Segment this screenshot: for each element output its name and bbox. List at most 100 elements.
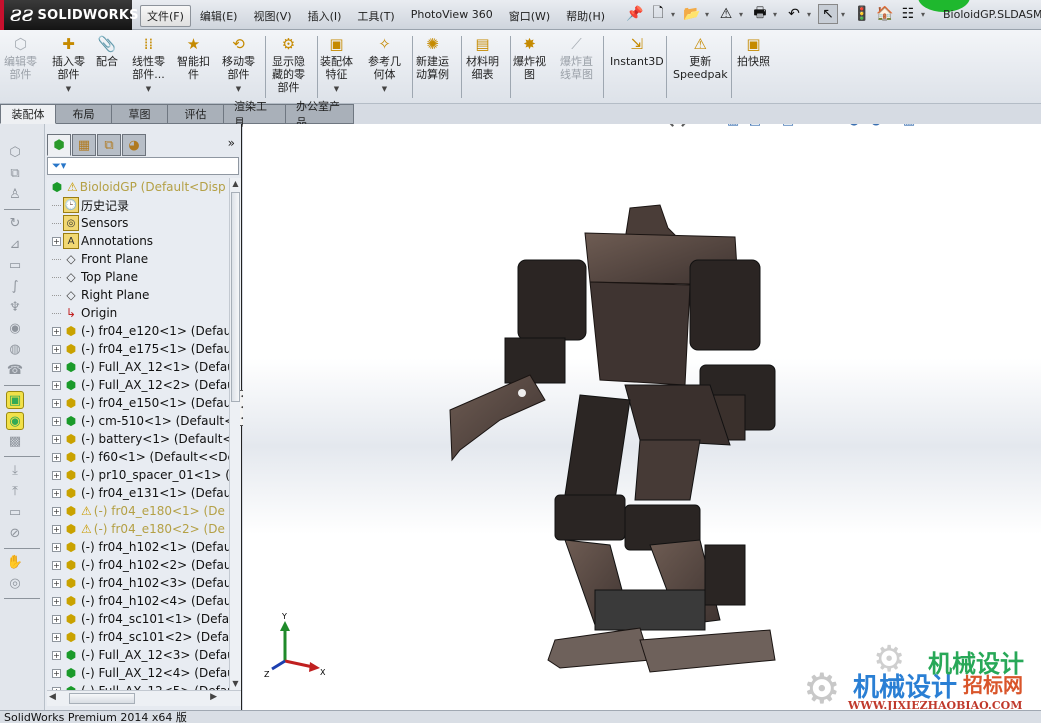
copy-icon[interactable]: ⧉ <box>6 165 24 183</box>
expand-icon[interactable]: + <box>52 236 61 246</box>
expand-icon[interactable]: + <box>52 416 61 426</box>
download-icon[interactable]: ⤓ <box>6 462 24 480</box>
rebuild-warning-icon[interactable]: ⚠ <box>716 4 736 24</box>
tree-item[interactable]: + ⬢ (-) fr04_e131<1> (Defau <box>47 484 229 502</box>
tree-item[interactable]: +⬢(-) Full_AX_12<5> (Defau <box>47 682 229 690</box>
command-button[interactable]: ⇲ Instant3D <box>610 34 664 68</box>
compass-icon[interactable]: ⊘ <box>6 525 24 543</box>
upload-icon[interactable]: ⤒ <box>6 483 24 501</box>
options-icon[interactable]: ☷ <box>898 4 918 24</box>
tree-item[interactable]: + ⬢ (-) Full_AX_12<3> (Defau <box>47 646 229 664</box>
tree-item[interactable]: + ⬢ (-) fr04_e120<1> (Defau <box>47 322 229 340</box>
menu-item[interactable]: 插入(I) <box>301 5 349 27</box>
file-properties-icon[interactable]: 🏠 <box>875 4 895 24</box>
view-orient-icon[interactable]: ⊿ <box>6 236 24 254</box>
tree-item[interactable]: ◇ Front Plane <box>47 250 229 268</box>
command-button[interactable]: ⟲ 移动零 部件 ▼ <box>222 34 255 96</box>
menu-item[interactable]: 帮助(H) <box>559 5 612 27</box>
pushpin-icon[interactable]: 📌 <box>625 4 645 24</box>
expand-icon[interactable]: + <box>52 650 61 660</box>
curve-icon[interactable]: ∫ <box>6 278 24 296</box>
mate-reference-icon[interactable]: ♆ <box>6 299 24 317</box>
tree-item[interactable]: + ⬢ (-) fr04_h102<4> (Defau <box>47 592 229 610</box>
open-folder-icon[interactable]: 📂 <box>682 4 702 24</box>
horizontal-scroll-thumb[interactable] <box>69 693 135 704</box>
menu-item[interactable]: 窗口(W) <box>502 5 557 27</box>
tree-item[interactable]: + ⬢ (-) battery<1> (Default< <box>47 430 229 448</box>
texture-icon[interactable]: ▩ <box>6 433 24 451</box>
tab-5[interactable]: 办公室产品 <box>286 100 354 129</box>
rotate-component-icon[interactable]: ↻ <box>6 215 24 233</box>
expand-icon[interactable]: + <box>52 560 61 570</box>
tab-0[interactable]: 装配体 <box>0 104 56 124</box>
tree-item[interactable]: ↳ Origin <box>47 304 229 322</box>
command-button[interactable]: ⚙ 显示隐 藏的零 部件 <box>272 34 305 94</box>
expand-icon[interactable]: + <box>52 398 61 408</box>
chevron-down-icon[interactable]: ▾ <box>773 10 781 19</box>
expand-icon[interactable]: + <box>52 380 61 390</box>
globe-icon[interactable]: ◎ <box>6 575 24 593</box>
display-manager-icon[interactable]: ◕ <box>122 134 146 156</box>
tree-item[interactable]: + A Annotations <box>47 232 229 250</box>
chevron-down-icon[interactable]: ▼ <box>236 83 241 96</box>
new-document-icon[interactable]: 🗋 <box>648 4 668 24</box>
tree-item[interactable]: + ⬢ (-) Full_AX_12<2> (Defau <box>47 376 229 394</box>
scroll-thumb[interactable] <box>231 192 240 402</box>
command-button[interactable]: ⁞⁞ 线性零 部件... ▼ <box>132 34 165 96</box>
tree-item[interactable]: + ⬢ (-) fr04_sc101<1> (Defa <box>47 610 229 628</box>
expand-icon[interactable]: + <box>52 452 61 462</box>
scroll-up-arrow-icon[interactable]: ▲ <box>230 178 241 190</box>
menu-item[interactable]: 视图(V) <box>246 5 298 27</box>
command-button[interactable]: ⚠ 更新 Speedpak <box>673 34 728 81</box>
menu-item[interactable]: 文件(F) <box>140 5 191 27</box>
folder-icon[interactable]: ▭ <box>6 504 24 522</box>
phone-icon[interactable]: ☎ <box>6 362 24 380</box>
smart-icon[interactable]: ♙ <box>6 186 24 204</box>
scroll-down-arrow-icon[interactable]: ▼ <box>230 678 241 690</box>
tree-item[interactable]: + ⬢ (-) fr04_e175<1> (Defau <box>47 340 229 358</box>
tree-item[interactable]: ◇ Top Plane <box>47 268 229 286</box>
expand-icon[interactable]: + <box>52 578 61 588</box>
expand-icon[interactable]: + <box>52 326 61 336</box>
expand-icon[interactable]: + <box>52 614 61 624</box>
menu-item[interactable]: 工具(T) <box>350 5 401 27</box>
hand-icon[interactable]: ✋ <box>6 554 24 572</box>
tree-item[interactable]: 🕒 历史记录 <box>47 196 229 214</box>
robot-model[interactable] <box>243 124 1041 710</box>
command-button[interactable]: ▣ 装配体 特征 ▼ <box>320 34 353 96</box>
chevron-down-icon[interactable]: ▾ <box>705 10 713 19</box>
scroll-left-arrow-icon[interactable]: ◀ <box>49 692 56 702</box>
chevron-down-icon[interactable]: ▼ <box>66 83 71 96</box>
filter-icon[interactable]: ⏷▾ <box>52 159 66 172</box>
scroll-right-arrow-icon[interactable]: ▶ <box>210 692 217 702</box>
traffic-light-icon[interactable]: 🚦 <box>852 4 872 24</box>
chevron-down-icon[interactable]: ▼ <box>334 83 339 96</box>
tab-4[interactable]: 渲染工具 <box>224 100 286 129</box>
command-button[interactable]: ▤ 材料明 细表 <box>466 34 499 81</box>
expand-icon[interactable]: + <box>52 668 61 678</box>
tree-item[interactable]: ⬢ ⚠ BioloidGP (Default<Disp <box>47 178 229 196</box>
print-icon[interactable]: 🖶 <box>750 4 770 24</box>
tree-item[interactable]: + ⬢ ⚠ (-) fr04_e180<2> (De <box>47 520 229 538</box>
eye-icon[interactable]: ◉ <box>6 320 24 338</box>
tree-horizontal-scrollbar[interactable]: ◀ ▶ <box>47 690 241 706</box>
command-button[interactable]: ⬡ 编辑零 部件 <box>4 34 37 81</box>
tree-item[interactable]: + ⬢ (-) Full_AX_12<1> (Defau <box>47 358 229 376</box>
expand-icon[interactable]: + <box>52 488 61 498</box>
command-button[interactable]: ✺ 新建运 动算例 <box>416 34 449 81</box>
chevron-down-icon[interactable]: ▼ <box>382 83 387 96</box>
property-manager-icon[interactable]: ▦ <box>72 134 96 156</box>
command-button[interactable]: 📎 配合 <box>96 34 118 68</box>
tree-item[interactable]: ◎ Sensors <box>47 214 229 232</box>
tree-item[interactable]: + ⬢ (-) fr04_h102<3> (Defau <box>47 574 229 592</box>
chevron-down-icon[interactable]: ▼ <box>146 83 151 96</box>
undo-icon[interactable]: ↶ <box>784 4 804 24</box>
tree-item[interactable]: + ⬢ (-) f60<1> (Default<<De <box>47 448 229 466</box>
select-pointer-icon[interactable]: ↖ <box>818 4 838 24</box>
tree-item[interactable]: + ⬢ ⚠ (-) fr04_e180<1> (De <box>47 502 229 520</box>
tab-2[interactable]: 草图 <box>112 104 168 124</box>
command-button[interactable]: ▣ 拍快照 <box>737 34 770 68</box>
expand-icon[interactable]: + <box>52 344 61 354</box>
menu-item[interactable]: PhotoView 360 <box>404 5 500 27</box>
command-button[interactable]: ★ 智能扣件 <box>177 34 210 81</box>
